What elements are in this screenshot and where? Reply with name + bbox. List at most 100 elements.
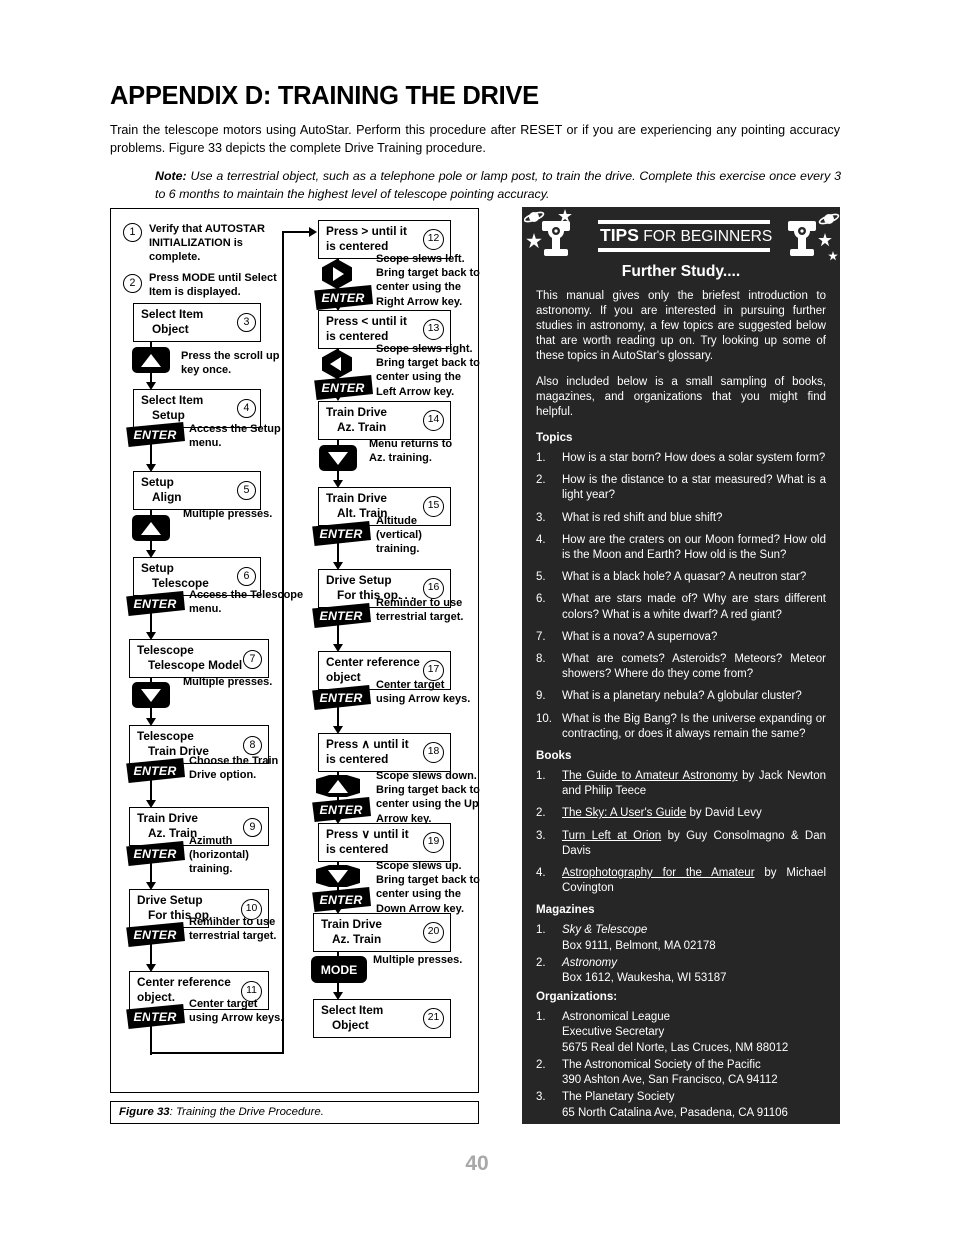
annotation-17: Center target using Arrow keys. (376, 679, 471, 706)
planet-icon-left (524, 211, 545, 223)
scroll-up-key-icon[interactable] (132, 347, 170, 373)
note-text: Use a terrestrial object, such as a tele… (155, 169, 841, 201)
list-item: 4. Astrophotography for the Amateur by Mi… (536, 866, 826, 896)
enter-key-icon-18[interactable]: ENTER (312, 797, 371, 822)
organizations-list: 1. Astronomical League Executive Secretary… (536, 1010, 826, 1120)
figure-caption-label: Figure 33 (119, 1106, 170, 1118)
list-item-text: What are comets? Asteroids? Meteors? Met… (562, 653, 826, 681)
list-item: 5. What is a black hole? A quasar? A neut… (536, 570, 826, 585)
tips-for-beginners-panel: TIPS FOR BEGINNERS Further Study.... Thi… (522, 207, 840, 1124)
lcd-step-21: Select Item Object 21 (313, 999, 451, 1038)
list-item: 10. What is the Big Bang? Is the universe… (536, 712, 826, 742)
list-item: 2. Astronomy Box 1612, Waukesha, WI 53187 (536, 956, 826, 986)
step-number-1: 1 (123, 223, 142, 242)
topics-list: 1. How is a star born? How does a solar s… (536, 451, 826, 742)
tips-title-bold: TIPS (600, 225, 639, 245)
lcd-step-19: Press ∨ until it is centered 19 (318, 823, 451, 862)
book-author: by David Levy (686, 807, 762, 820)
step-1-text: Verify that AUTOSTAR INITIALIZATION is c… (149, 223, 265, 264)
list-item-number: 2. (536, 956, 546, 969)
list-item-text: How are the craters on our Moon formed? … (562, 533, 826, 562)
enter-key-icon-19[interactable]: ENTER (312, 887, 371, 912)
step-2-text: Press MODE until Select Item is displaye… (149, 272, 277, 299)
books-heading: Books (536, 749, 572, 763)
loop-line-down (150, 1010, 153, 1055)
tips-body: This manual gives only the briefest intr… (522, 279, 840, 1121)
topics-heading: Topics (536, 431, 573, 444)
list-item-text: What are stars made of? Why are stars di… (562, 593, 826, 621)
step-number-14: 14 (423, 410, 444, 431)
up-arrow-key-icon[interactable] (316, 775, 360, 797)
step-number-4: 4 (237, 399, 256, 418)
list-item-number: 1. (536, 924, 546, 937)
list-item: 1. The Guide to Amateur Astronomy by Jack… (536, 769, 826, 799)
magazine-name: Astronomy (562, 956, 617, 969)
list-item: 7. What is a nova? A supernova? (536, 630, 826, 645)
list-item-text: What is a planetary nebula? A globular c… (562, 690, 802, 703)
annotation-15: Altitude (vertical) training. (376, 515, 422, 556)
figure-caption: Figure 33: Training the Drive Procedure. (110, 1101, 479, 1124)
list-item-text: Astrophotography for the Amateur by Mich… (562, 866, 826, 896)
list-item-text: Turn Left at Orion by Guy Consolmagno & … (562, 829, 826, 859)
list-item: 2. The Astronomical Society of the Pacifi… (536, 1058, 826, 1088)
book-title: Turn Left at Orion (562, 829, 662, 842)
document-page: APPENDIX D: TRAINING THE DRIVE Train the… (0, 0, 954, 1235)
list-item-text: Astronomy Box 1612, Waukesha, WI 53187 (562, 956, 826, 986)
scroll-up-key-icon-5[interactable] (132, 515, 170, 541)
list-item-number: 1. (536, 770, 546, 783)
left-arrow-key-icon[interactable] (322, 349, 352, 379)
step-number-19: 19 (423, 832, 444, 853)
step-number-8: 8 (243, 736, 262, 755)
organizations-heading: Organizations: (536, 990, 618, 1004)
planet-icon-right (818, 213, 840, 225)
down-arrow-key-icon[interactable] (316, 865, 360, 887)
magazine-name: Sky & Telescope (562, 924, 648, 937)
tips-title-light: FOR BEGINNERS (638, 228, 773, 245)
list-item-text: Astronomical League Executive Secretary 56… (562, 1010, 826, 1056)
list-item-number: 3. (536, 1091, 546, 1104)
list-item: 8. What are comets? Asteroids? Meteors? M… (536, 652, 826, 682)
step-number-5: 5 (237, 481, 256, 500)
list-item-number: 8. (536, 653, 546, 666)
list-item: 1. Astronomical League Executive Secretary… (536, 1010, 826, 1056)
tips-subtitle: Further Study.... (621, 263, 741, 280)
list-item-text: The Astronomical Society of the Pacific 3… (562, 1058, 826, 1088)
step-number-18: 18 (423, 742, 444, 763)
organization-line3: 5675 Real del Norte, Las Cruces, NM 8801… (562, 1041, 789, 1054)
book-title: Astrophotography for the Amateur (562, 867, 755, 880)
list-item-number: 1. (536, 1011, 546, 1024)
lcd-step-7: Telescope Telescope Model 7 (129, 639, 269, 678)
scroll-down-key-icon-7[interactable] (132, 682, 170, 708)
annotation-6: Access the Telescope menu. (189, 589, 304, 616)
list-item-number: 5. (536, 571, 546, 584)
figure-frame: 1 Verify that AUTOSTAR INITIALIZATION is… (110, 208, 480, 1093)
annotation-14: Menu returns to Az. training. (369, 438, 453, 465)
step-number-12: 12 (423, 229, 444, 250)
star-icon-3 (818, 233, 832, 247)
list-item-text: The Planetary Society 65 North Catalina A… (562, 1090, 826, 1120)
magazine-address: Box 1612, Waukesha, WI 53187 (562, 972, 727, 985)
book-title: The Guide to Amateur Astronomy (562, 770, 738, 783)
list-item: 2. How is the distance to a star measured… (536, 473, 826, 503)
intro-paragraph: Train the telescope motors using AutoSta… (110, 123, 840, 155)
annotation-7: Multiple presses. (183, 676, 273, 688)
list-item-number: 10. (536, 712, 552, 725)
enter-key-icon-13[interactable]: ENTER (314, 375, 373, 400)
list-item-text: What is a black hole? A quasar? A neutro… (562, 571, 807, 584)
list-item-text: How is the distance to a star measured? … (562, 474, 826, 502)
tips-title-block: TIPS FOR BEGINNERS (598, 220, 773, 252)
star-icon-1 (558, 209, 572, 223)
list-item-number: 3. (536, 511, 546, 524)
enter-key-icon-12[interactable]: ENTER (314, 285, 373, 310)
loop-line-up (282, 231, 285, 1054)
annotation-10: Reminder to use terrestrial target. (189, 916, 277, 943)
scroll-down-key-icon-14[interactable] (319, 445, 357, 471)
step-number-7: 7 (243, 650, 262, 669)
figure-caption-text: : Training the Drive Procedure. (169, 1106, 324, 1118)
mode-key-icon[interactable]: MODE (311, 956, 367, 983)
right-arrow-key-icon[interactable] (322, 259, 352, 289)
list-item: 3. What is red shift and blue shift? (536, 511, 826, 526)
list-item-text: The Guide to Amateur Astronomy by Jack N… (562, 769, 826, 799)
step-number-2: 2 (123, 274, 142, 293)
annotation-12: Scope slews left. Bring target back to c… (376, 253, 480, 308)
